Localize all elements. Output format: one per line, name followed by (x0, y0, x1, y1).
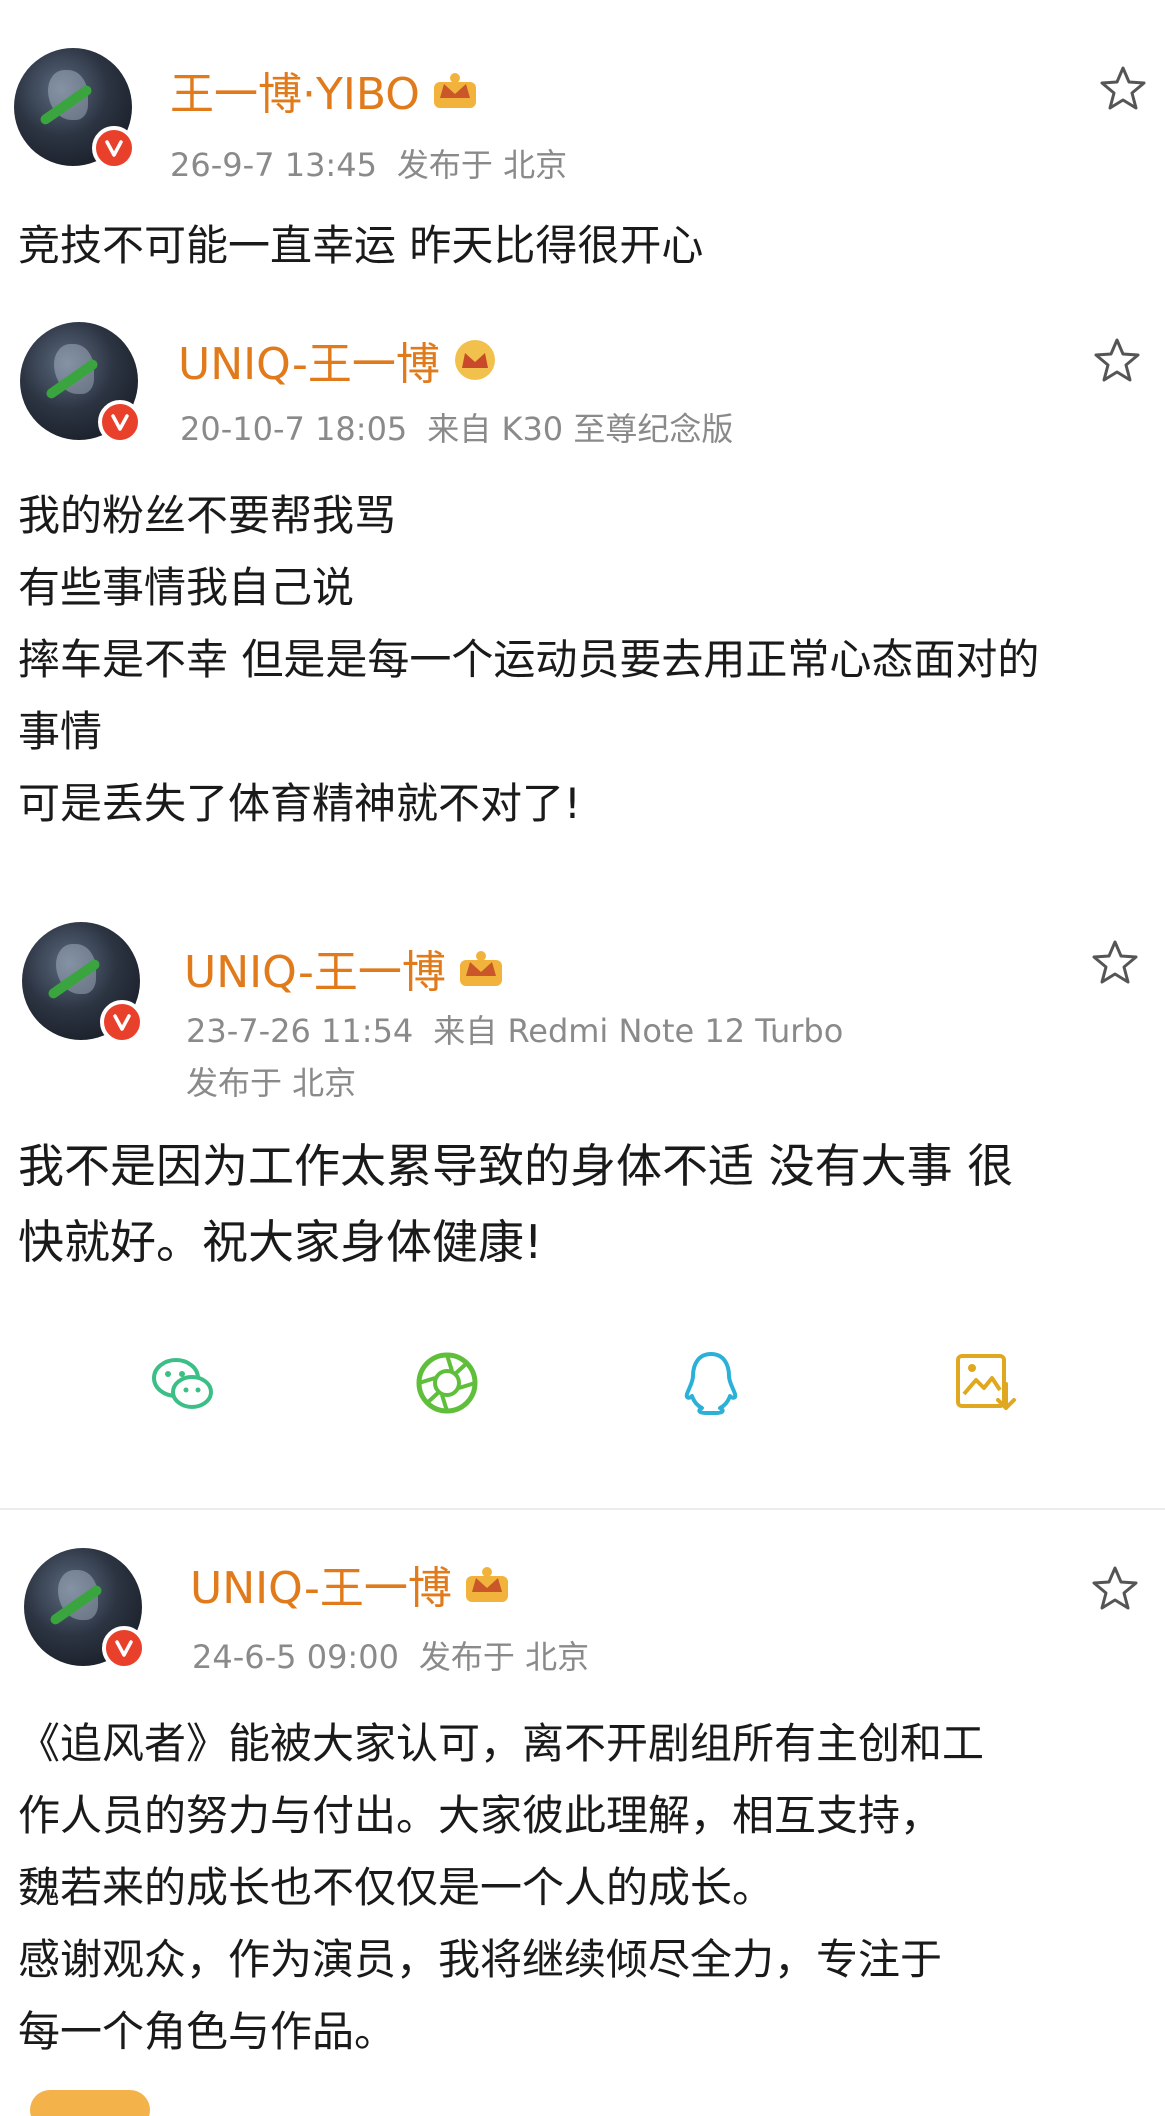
username[interactable]: UNIQ-王一博 (178, 328, 440, 392)
share-bar (0, 1348, 1165, 1438)
favorite-star-icon[interactable] (1098, 64, 1148, 114)
screenshot-collage: 王一博·YIBO 26-9-7 13:45 发布于 北京 竞技不可能一直幸运 昨天… (0, 0, 1165, 2116)
username[interactable]: UNIQ-王一博 (190, 1552, 452, 1616)
post-text-line: 我不是因为工作太累导致的身体不适 没有大事 很 (18, 1139, 1014, 1193)
post-text-line: 魏若来的成长也不仅仅是一个人的成长。 (18, 1863, 775, 1912)
save-image-icon[interactable] (950, 1348, 1020, 1418)
verified-badge-icon (100, 1000, 144, 1044)
post-text-line: 可是丢失了体育精神就不对了! (18, 779, 581, 828)
topic-tag-strip[interactable] (30, 2090, 170, 2116)
crown-icon (459, 951, 502, 986)
divider (0, 1508, 1165, 1510)
crown-icon (454, 340, 495, 380)
favorite-star-icon[interactable] (1092, 336, 1142, 386)
crown-icon (433, 73, 476, 108)
favorite-star-icon[interactable] (1090, 1564, 1140, 1614)
post-text-line: 每一个角色与作品。 (18, 2007, 397, 2056)
qq-icon[interactable] (676, 1348, 746, 1418)
post-text-line: 摔车是不幸 但是是每一个运动员要去用正常心态面对的 (18, 635, 1040, 684)
username[interactable]: UNIQ-王一博 (184, 936, 446, 1000)
post-source: 来自 Redmi Note 12 Turbo (433, 1012, 844, 1050)
topic-badge-icon (30, 2090, 150, 2116)
post-text-line: 快就好。祝大家身体健康! (18, 1215, 543, 1269)
avatar[interactable] (20, 322, 142, 444)
crown-icon (465, 1567, 508, 1602)
post-source: 来自 K30 至尊纪念版 (427, 410, 734, 448)
post-date: 26-9-7 13:45 (170, 146, 377, 184)
post-text-line: 竞技不可能一直幸运 昨天比得很开心 (18, 221, 704, 270)
post-date: 20-10-7 18:05 (180, 410, 408, 448)
avatar[interactable] (22, 922, 144, 1044)
username[interactable]: 王一博·YIBO (170, 58, 420, 122)
avatar[interactable] (14, 48, 136, 170)
post-date: 24-6-5 09:00 (192, 1638, 399, 1676)
post-source: 发布于 北京 (396, 146, 568, 184)
avatar[interactable] (24, 1548, 146, 1670)
post-text-line: 《追风者》能被大家认可，离不开剧组所有主创和工 (18, 1719, 985, 1768)
wechat-icon[interactable] (148, 1348, 218, 1418)
post-text-line: 有些事情我自己说 (18, 563, 355, 612)
verified-badge-icon (102, 1626, 146, 1670)
post-text-line: 我的粉丝不要帮我骂 (18, 491, 397, 540)
post-date: 23-7-26 11:54 (186, 1012, 414, 1050)
verified-badge-icon (98, 400, 142, 444)
post-text-line: 事情 (18, 707, 103, 756)
post-location: 发布于 北京 (186, 1064, 357, 1102)
post-source: 发布于 北京 (418, 1638, 590, 1676)
post-text-line: 作人员的努力与付出。大家彼此理解，相互支持， (18, 1791, 943, 1840)
favorite-star-icon[interactable] (1090, 938, 1140, 988)
verified-badge-icon (92, 126, 136, 170)
post-text-line: 感谢观众，作为演员，我将继续倾尽全力，专注于 (18, 1935, 943, 1984)
moments-icon[interactable] (412, 1348, 482, 1418)
